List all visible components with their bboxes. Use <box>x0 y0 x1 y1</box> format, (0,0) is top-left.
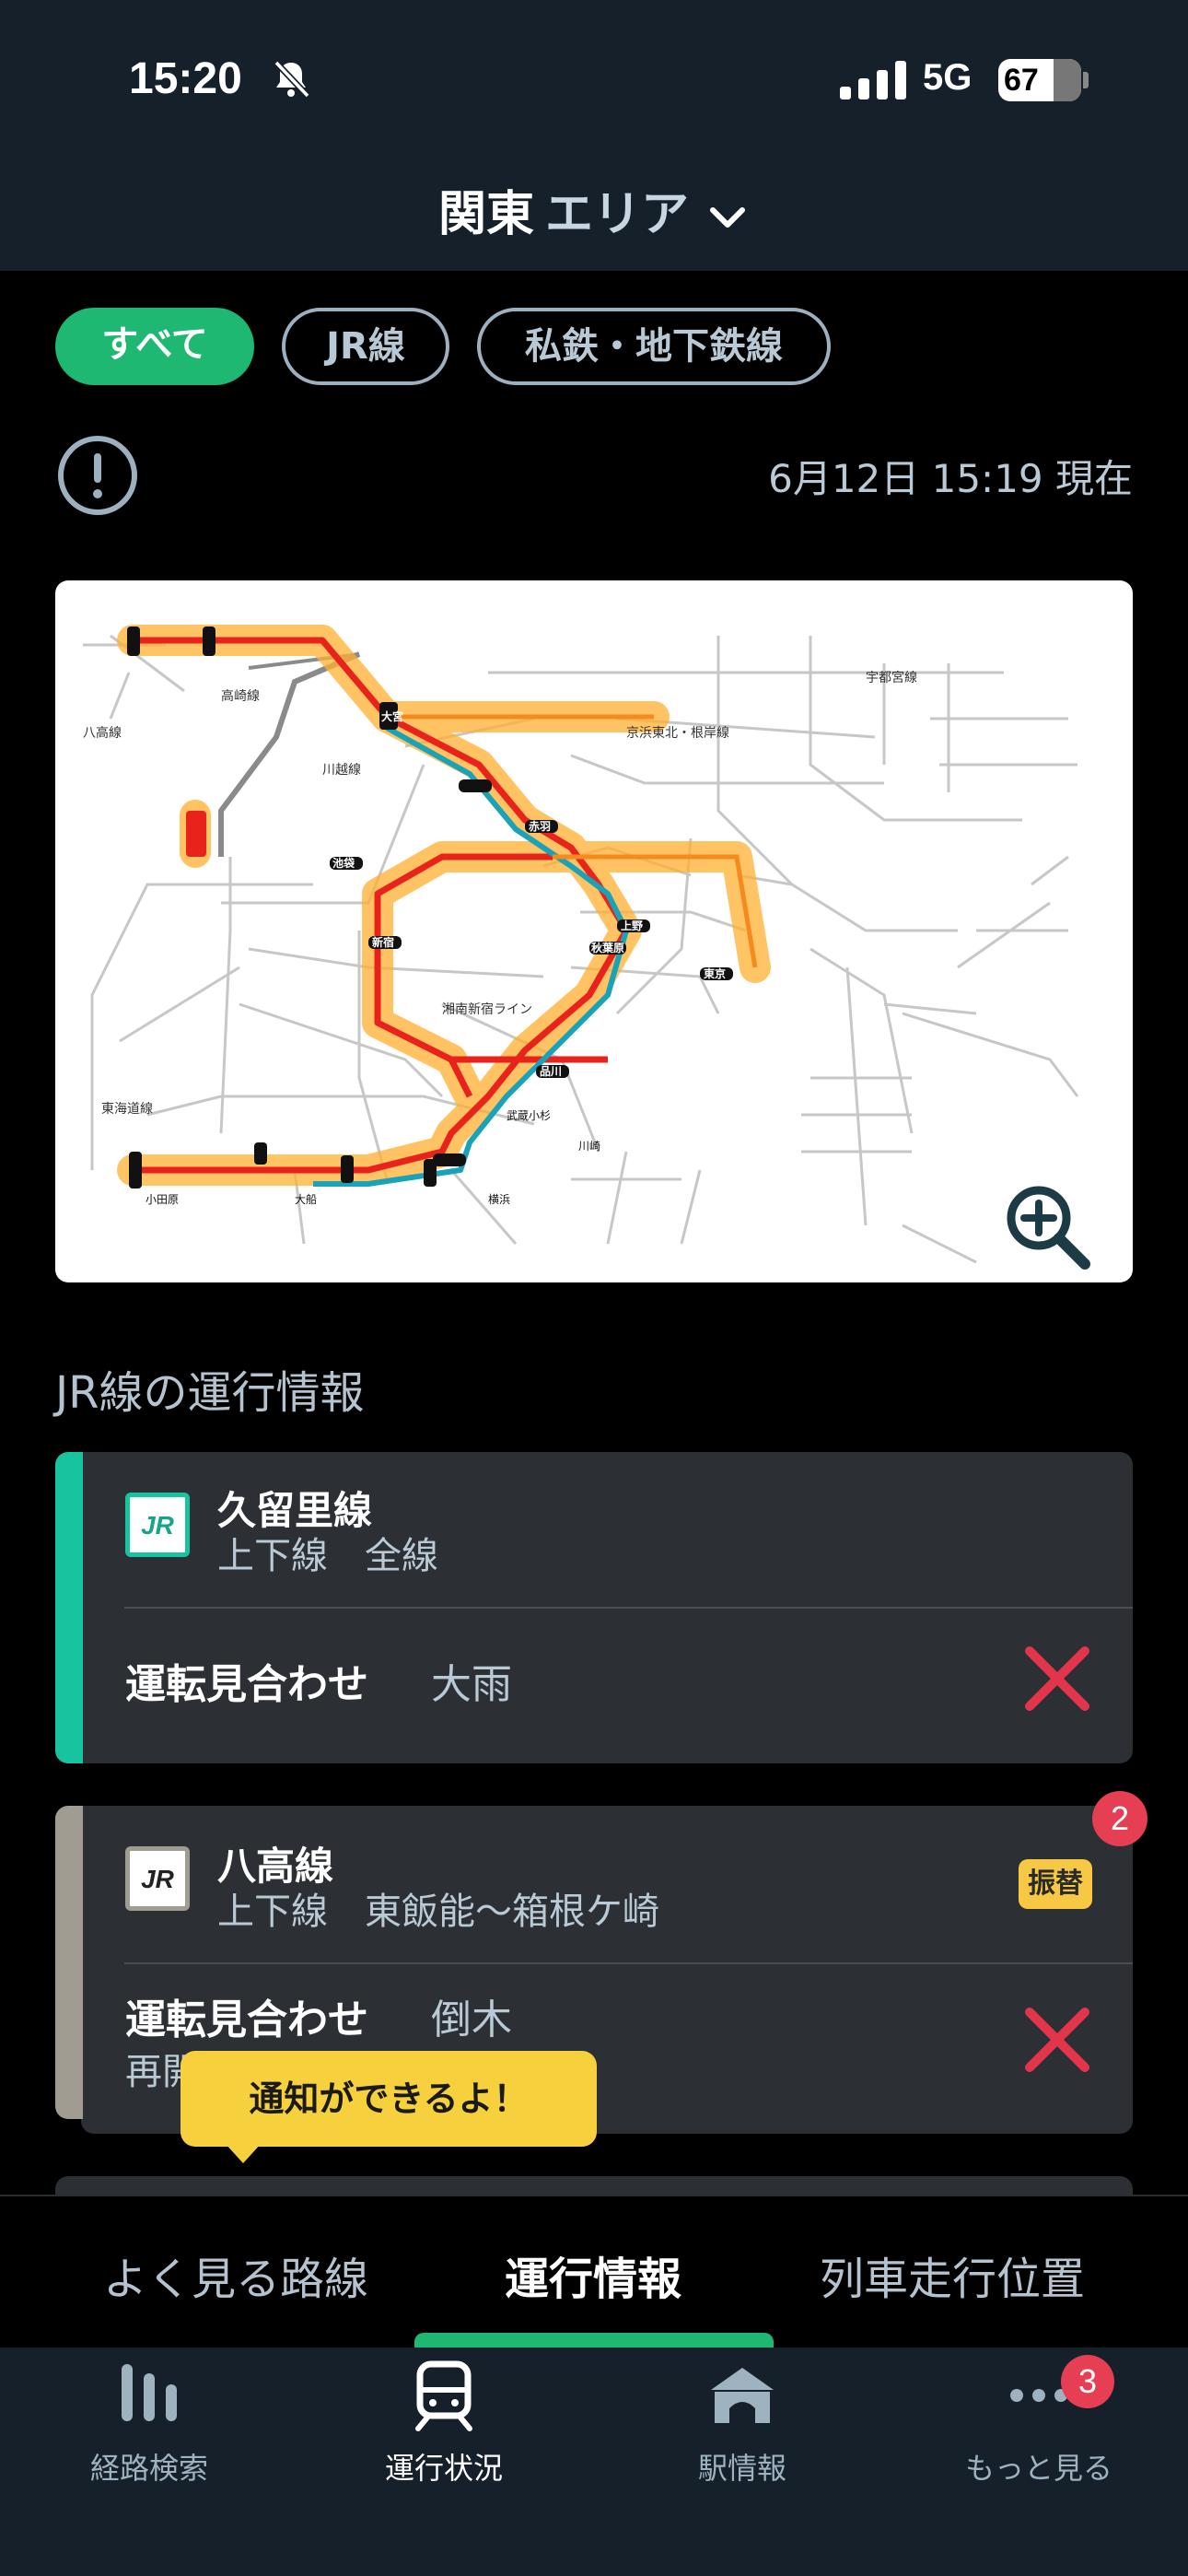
map-station-shinjuku: 新宿 <box>372 935 394 949</box>
map-station-omiya: 大宮 <box>381 709 403 723</box>
route-map-image: 八高線 高崎線 川越線 京浜東北・根岸線 宇都宮線 湘南新宿ライン 東海道線 大… <box>83 625 1079 1264</box>
cellular-signal-icon <box>840 61 906 100</box>
map-label-utsunomiya: 宇都宮線 <box>866 670 917 685</box>
card-divider <box>124 1607 1133 1609</box>
network-type: 5G <box>923 57 973 98</box>
svg-text:JR: JR <box>141 1865 175 1893</box>
operation-status: 運転見合わせ <box>125 1996 368 2043</box>
tab-train-position[interactable]: 列車走行位置 <box>777 2242 1127 2307</box>
map-station-ueno: 上野 <box>621 919 643 932</box>
nav-route-label: 経路検索 <box>89 2451 208 2486</box>
nav-status-label: 運行状況 <box>384 2451 503 2486</box>
jr-logo-icon: JR <box>125 1493 190 1557</box>
notification-badge: 2 <box>1092 1791 1147 1846</box>
nav-operation-status[interactable]: 運行状況 <box>324 2359 564 2488</box>
route-map[interactable]: 八高線 高崎線 川越線 京浜東北・根岸線 宇都宮線 湘南新宿ライン 東海道線 大… <box>55 580 1133 1282</box>
suspended-x-icon <box>1025 1646 1089 1711</box>
map-station-shinagawa: 品川 <box>540 1065 562 1078</box>
filter-jr-chip[interactable]: JR線 <box>282 308 449 385</box>
nav-more[interactable]: もっと見る <box>919 2359 1159 2488</box>
nav-more-label: もっと見る <box>964 2451 1112 2486</box>
map-station-akihabara: 秋葉原 <box>591 941 624 954</box>
nav-station-info[interactable]: 駅情報 <box>623 2359 862 2488</box>
zoom-in-icon[interactable] <box>1002 1181 1094 1273</box>
transfer-tag: 振替 <box>1019 1859 1092 1909</box>
map-label-shonan: 湘南新宿ライン <box>442 1001 532 1016</box>
map-station-yokohama: 横浜 <box>488 1193 510 1206</box>
battery-level: 67 <box>1004 63 1039 98</box>
line-scope: 上下線 全線 <box>217 1535 438 1577</box>
line-status-card[interactable]: JR 久留里線 上下線 全線 運転見合わせ 大雨 <box>55 1452 1133 1763</box>
operation-reason: 大雨 <box>431 1661 512 1708</box>
station-icon <box>711 2368 774 2423</box>
area-suffix: エリア <box>545 187 690 242</box>
update-timestamp: 6月12日 15:19 現在 <box>768 456 1133 501</box>
nav-station-label: 駅情報 <box>697 2451 786 2486</box>
tooltip-tail <box>225 2143 262 2163</box>
map-station-musashikosugi: 武蔵小杉 <box>507 1109 551 1122</box>
notification-tooltip[interactable]: 通知ができるよ！ <box>181 2051 597 2147</box>
train-icon <box>415 2360 472 2431</box>
filter-private-chip[interactable]: 私鉄・地下鉄線 <box>477 308 831 385</box>
jr-logo-icon: JR <box>125 1846 190 1911</box>
card-divider <box>124 1962 1133 1964</box>
battery-cap <box>1083 72 1089 88</box>
map-station-ikebukuro: 池袋 <box>332 856 355 870</box>
svg-text:JR: JR <box>141 1511 175 1540</box>
map-station-kawasaki: 川崎 <box>578 1140 600 1153</box>
nav-route-search[interactable]: 経路検索 <box>29 2359 269 2488</box>
jr-mark: JR <box>141 1865 175 1893</box>
map-station-odawara: 小田原 <box>146 1193 179 1206</box>
map-station-tokyo: 東京 <box>704 966 726 980</box>
silent-bell-icon <box>274 60 310 99</box>
section-title: JR線の運行情報 <box>55 1367 365 1419</box>
operation-reason: 倒木 <box>431 1996 512 2043</box>
map-label-tokaido: 東海道線 <box>101 1101 153 1116</box>
card-accent-bar <box>55 1452 83 1763</box>
active-tab-indicator <box>414 2333 774 2348</box>
battery-icon: 67 <box>998 59 1081 101</box>
status-time: 15:20 <box>129 54 242 103</box>
tab-operation-info[interactable]: 運行情報 <box>418 2242 768 2307</box>
alert-icon[interactable] <box>55 433 140 518</box>
map-label-takasaki: 高崎線 <box>221 688 260 703</box>
area-name: 関東 <box>437 187 534 242</box>
line-scope: 上下線 東飯能～箱根ケ崎 <box>217 1891 659 1933</box>
tab-favorite-lines[interactable]: よく見る路線 <box>61 2242 411 2307</box>
operation-status: 運転見合わせ <box>125 1661 368 1708</box>
map-label-kawagoe: 川越線 <box>322 762 361 777</box>
route-search-icon <box>122 2364 177 2421</box>
filter-all-chip[interactable]: すべて <box>55 308 254 385</box>
jr-mark: JR <box>141 1511 175 1540</box>
map-label-keihin: 京浜東北・根岸線 <box>626 725 729 740</box>
map-station-ofuna: 大船 <box>295 1193 317 1206</box>
suspended-x-icon <box>1025 2008 1089 2072</box>
map-station-akabane: 赤羽 <box>529 819 551 833</box>
more-badge: 3 <box>1061 2355 1114 2408</box>
map-label-hachiko: 八高線 <box>83 725 122 740</box>
area-selector[interactable]: 関東 エリア <box>0 175 1188 244</box>
card-accent-bar <box>55 1806 83 2119</box>
chevron-down-icon <box>710 207 746 228</box>
